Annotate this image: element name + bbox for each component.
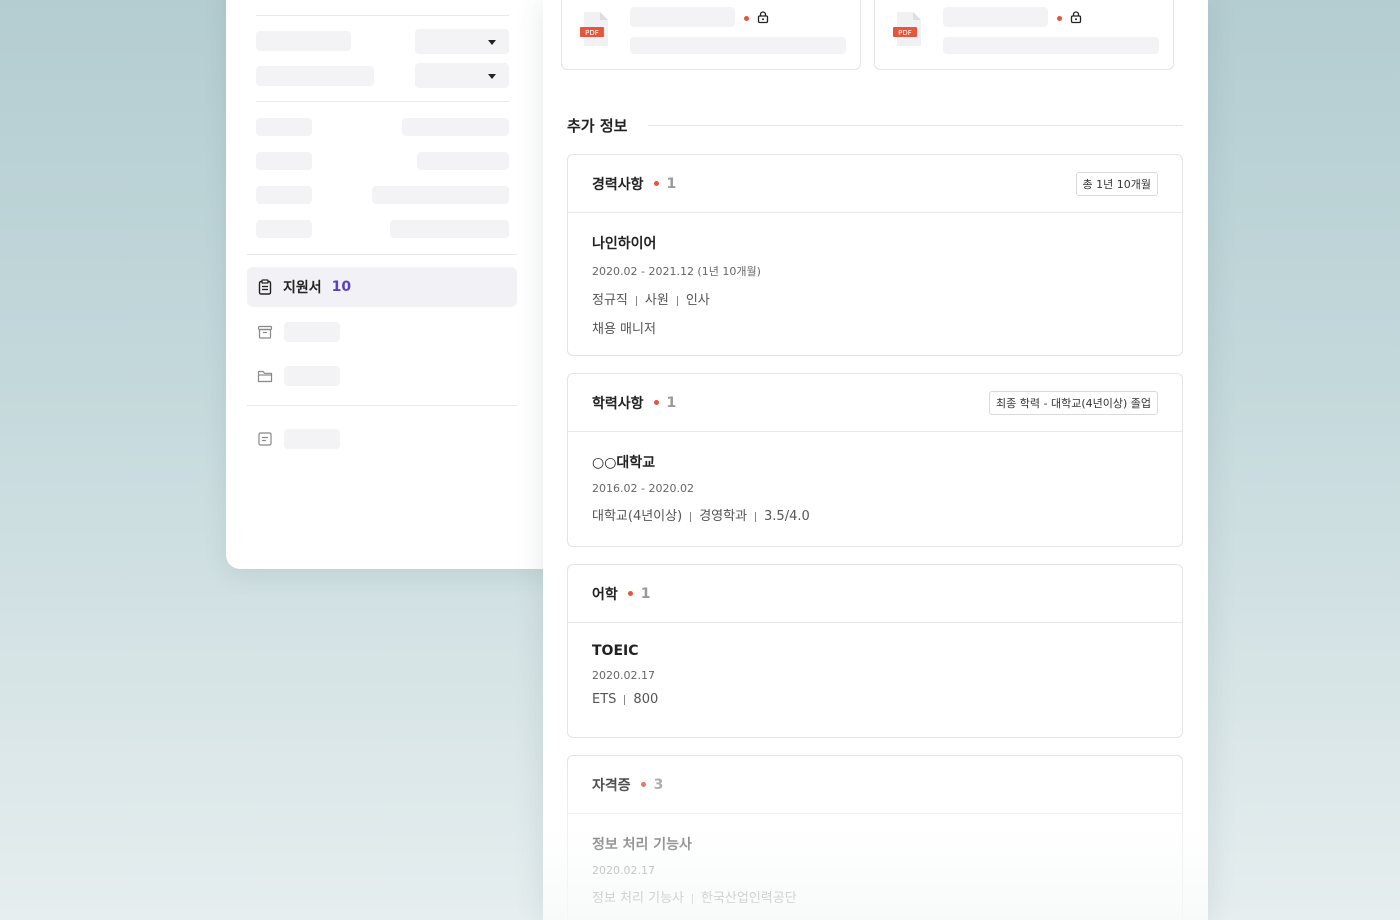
skeleton-placeholder — [630, 7, 735, 27]
skeleton-placeholder — [390, 220, 509, 238]
license-card: 자격증 3 정보 처리 기능사 2020.02.17 정보 처리 기능사 한국산업… — [567, 755, 1183, 920]
card-header: 어학 1 — [568, 565, 1182, 623]
card-count: 1 — [640, 585, 651, 602]
employment-period: 2020.02 - 2021.12 (1년 10개월) — [592, 265, 761, 278]
required-dot — [640, 782, 646, 787]
card-header: 경력사항 1 총 1년 10개월 — [568, 155, 1182, 213]
summary-badge: 총 1년 10개월 — [1075, 172, 1158, 196]
clipboard-icon — [258, 279, 272, 295]
card-count: 3 — [653, 776, 664, 793]
archive-icon — [257, 325, 273, 339]
skeleton-placeholder — [630, 37, 846, 54]
lock-icon — [757, 11, 769, 24]
attachment-card[interactable]: PDF — [874, 0, 1174, 70]
required-dot — [653, 400, 659, 405]
skeleton-placeholder — [256, 118, 312, 136]
employment-meta: 정규직 사원 인사 — [592, 293, 710, 308]
pdf-file-icon: PDF — [580, 12, 608, 46]
divider — [247, 254, 517, 255]
pdf-file-icon: PDF — [893, 12, 921, 46]
card-title: 어학 — [592, 586, 618, 603]
education-period: 2016.02 - 2020.02 — [592, 482, 694, 495]
card-title: 자격증 — [592, 777, 631, 794]
test-name: TOEIC — [592, 643, 639, 659]
license-date: 2020.02.17 — [592, 864, 655, 877]
lock-icon — [1070, 11, 1082, 24]
summary-badge: 최종 학력 - 대학교(4년이상) 졸업 — [989, 391, 1158, 415]
caret-down-icon — [488, 40, 496, 45]
nav-item[interactable] — [257, 322, 517, 344]
school-name: ○○대학교 — [592, 455, 656, 471]
nav-item[interactable] — [257, 366, 517, 388]
attachment-card[interactable]: PDF — [561, 0, 861, 70]
skeleton-placeholder — [256, 31, 351, 51]
skeleton-placeholder — [417, 152, 509, 170]
company-name: 나인하이어 — [592, 236, 657, 252]
skeleton-placeholder — [284, 322, 340, 342]
career-card: 경력사항 1 총 1년 10개월 나인하이어 2020.02 - 2021.12… — [567, 154, 1183, 356]
education-card: 학력사항 1 최종 학력 - 대학교(4년이상) 졸업 ○○대학교 2016.0… — [567, 373, 1183, 547]
card-count: 1 — [666, 394, 677, 411]
skeleton-placeholder — [256, 152, 312, 170]
card-title: 경력사항 — [592, 176, 644, 193]
nav-item-applications[interactable]: 지원서 10 — [247, 267, 517, 307]
caret-down-icon — [488, 74, 496, 79]
nav-item-label: 지원서 — [283, 280, 322, 296]
license-meta: 정보 처리 기능사 한국산업인력공단 — [592, 891, 797, 906]
folder-icon — [257, 370, 273, 383]
applicant-detail-panel: PDF PDF 추가 정보 경력사항 1 총 1년 10개월 나인하이어 202… — [543, 0, 1208, 920]
required-dot — [1057, 16, 1062, 21]
nav-item[interactable] — [257, 429, 517, 451]
card-header: 자격증 3 — [568, 756, 1182, 814]
skeleton-placeholder — [284, 366, 340, 386]
skeleton-placeholder — [284, 429, 340, 449]
skeleton-placeholder — [256, 220, 312, 238]
education-meta: 대학교(4년이상) 경영학과 3.5/4.0 — [592, 509, 810, 524]
skeleton-placeholder — [256, 186, 312, 204]
card-count: 1 — [666, 175, 677, 192]
pdf-label: PDF — [585, 29, 599, 37]
required-dot — [653, 181, 659, 186]
skeleton-placeholder — [256, 66, 374, 86]
skeleton-placeholder — [943, 7, 1048, 27]
language-card: 어학 1 TOEIC 2020.02.17 ETS 800 — [567, 564, 1183, 738]
filter-dropdown[interactable] — [415, 29, 509, 54]
test-date: 2020.02.17 — [592, 669, 655, 682]
divider — [256, 101, 509, 102]
nav-item-count: 10 — [331, 279, 352, 295]
card-title: 학력사항 — [592, 395, 644, 412]
note-icon — [258, 432, 272, 446]
skeleton-placeholder — [943, 37, 1159, 54]
section-title: 추가 정보 — [567, 117, 628, 135]
divider — [247, 405, 517, 406]
required-dot — [627, 591, 633, 596]
divider — [648, 125, 1183, 126]
test-meta: ETS 800 — [592, 692, 659, 707]
filter-dropdown[interactable] — [415, 63, 509, 88]
job-role: 채용 매니저 — [592, 322, 656, 337]
sidebar: 지원서 10 — [226, 0, 556, 569]
divider — [256, 15, 509, 16]
required-dot — [744, 16, 749, 21]
license-name: 정보 처리 기능사 — [592, 837, 692, 853]
card-header: 학력사항 1 최종 학력 - 대학교(4년이상) 졸업 — [568, 374, 1182, 432]
pdf-label: PDF — [898, 29, 912, 37]
skeleton-placeholder — [402, 118, 509, 136]
app-window: 지원서 10 PDF PDF 추가 정보 경력사항 1 총 1년 10개월 나인… — [0, 0, 1400, 920]
skeleton-placeholder — [372, 186, 509, 204]
